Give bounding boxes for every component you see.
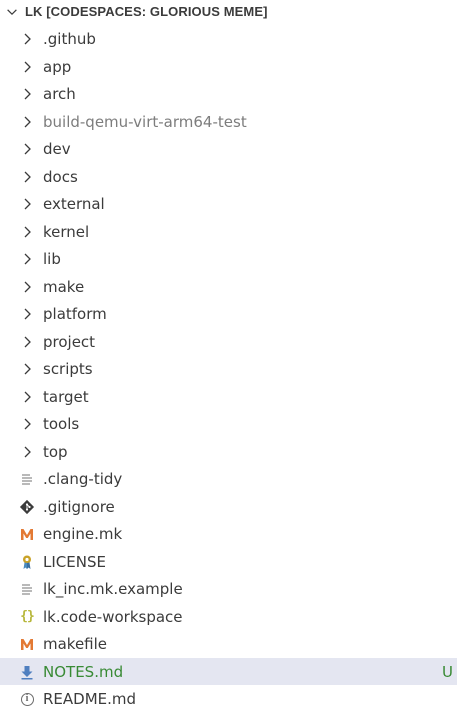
folder-item-external[interactable]: external — [0, 190, 457, 218]
file-item-gitignore[interactable]: .gitignore — [0, 493, 457, 521]
file-item-engine-mk[interactable]: engine.mk — [0, 520, 457, 548]
tree-item-label: lib — [43, 250, 61, 268]
tree-item-label: NOTES.md — [43, 662, 124, 681]
git-icon — [19, 499, 35, 515]
folder-item-app[interactable]: app — [0, 53, 457, 81]
chevron-right-icon[interactable] — [19, 334, 35, 350]
folder-item-docs[interactable]: docs — [0, 163, 457, 191]
workspace-root-header[interactable]: LK [CODESPACES: GLORIOUS MEME] — [0, 0, 457, 24]
folder-item-build-qemu-virt-arm64-test[interactable]: build-qemu-virt-arm64-test — [0, 108, 457, 136]
tree-item-label: docs — [43, 167, 78, 186]
folder-item-kernel[interactable]: kernel — [0, 218, 457, 246]
tree-item-label: external — [43, 195, 105, 213]
chevron-right-icon[interactable] — [19, 169, 35, 185]
folder-item-scripts[interactable]: scripts — [0, 355, 457, 383]
file-explorer: LK [CODESPACES: GLORIOUS MEME] .github ap… — [0, 0, 457, 710]
tree-item-label: lk.code-workspace — [43, 607, 183, 626]
git-status-badge: U — [442, 662, 453, 681]
download-arrow-icon — [19, 664, 35, 680]
makefile-m-icon — [19, 526, 35, 542]
file-item-clang-tidy[interactable]: .clang-tidy — [0, 465, 457, 493]
tree-item-label: README.md — [43, 690, 137, 708]
tree-item-label: project — [43, 332, 96, 351]
chevron-right-icon[interactable] — [19, 31, 35, 47]
chevron-right-icon[interactable] — [19, 279, 35, 295]
file-item-notes-md[interactable]: NOTES.md U — [0, 657, 457, 685]
folder-item-github[interactable]: .github — [0, 25, 457, 53]
tree-item-label: .gitignore — [43, 497, 115, 516]
chevron-right-icon[interactable] — [19, 114, 35, 130]
folder-item-lib[interactable]: lib — [0, 245, 457, 273]
chevron-right-icon[interactable] — [19, 389, 35, 405]
tree-item-label: target — [43, 387, 89, 406]
folder-item-make[interactable]: make — [0, 273, 457, 301]
license-key-icon — [19, 554, 35, 570]
file-tree: .github app arch build-qemu-virt-arm64-test… — [0, 25, 457, 713]
tree-item-label: arch — [43, 85, 76, 103]
tree-item-label: lk_inc.mk.example — [43, 580, 183, 598]
tree-item-label: makefile — [43, 635, 108, 653]
chevron-right-icon[interactable] — [19, 141, 35, 157]
folder-item-dev[interactable]: dev — [0, 135, 457, 163]
chevron-right-icon[interactable] — [19, 361, 35, 377]
tree-item-label: kernel — [43, 222, 90, 241]
chevron-right-icon[interactable] — [19, 251, 35, 267]
json-braces-icon: {} — [20, 608, 35, 624]
folder-item-project[interactable]: project — [0, 328, 457, 356]
file-item-makefile[interactable]: makefile — [0, 630, 457, 658]
chevron-right-icon[interactable] — [19, 86, 35, 102]
chevron-down-icon[interactable] — [5, 5, 19, 19]
file-item-license[interactable]: LICENSE — [0, 548, 457, 576]
tree-item-label: LICENSE — [43, 552, 106, 571]
chevron-right-icon[interactable] — [19, 306, 35, 322]
makefile-m-icon — [19, 636, 35, 652]
chevron-right-icon[interactable] — [19, 224, 35, 240]
text-file-icon — [19, 471, 35, 487]
chevron-right-icon[interactable] — [19, 416, 35, 432]
file-item-readme-md[interactable]: i README.md — [0, 685, 457, 713]
tree-item-label: make — [43, 277, 85, 296]
folder-item-arch[interactable]: arch — [0, 80, 457, 108]
folder-item-top[interactable]: top — [0, 438, 457, 466]
file-item-lk-code-workspace[interactable]: {} lk.code-workspace — [0, 603, 457, 631]
tree-item-label: top — [43, 442, 68, 461]
tree-item-label: scripts — [43, 360, 93, 378]
chevron-right-icon[interactable] — [19, 444, 35, 460]
tree-item-label: app — [43, 57, 72, 76]
tree-item-label: .github — [43, 30, 96, 48]
tree-item-label: .clang-tidy — [43, 470, 123, 488]
chevron-right-icon[interactable] — [19, 196, 35, 212]
folder-item-tools[interactable]: tools — [0, 410, 457, 438]
chevron-right-icon[interactable] — [19, 59, 35, 75]
tree-item-label: engine.mk — [43, 525, 123, 543]
file-item-lk-inc-mk-example[interactable]: lk_inc.mk.example — [0, 575, 457, 603]
tree-item-label: tools — [43, 415, 80, 433]
folder-item-target[interactable]: target — [0, 383, 457, 411]
tree-item-label: build-qemu-virt-arm64-test — [43, 112, 247, 131]
folder-item-platform[interactable]: platform — [0, 300, 457, 328]
info-icon: i — [19, 691, 35, 707]
text-file-icon — [19, 581, 35, 597]
tree-item-label: dev — [43, 140, 71, 158]
tree-item-label: platform — [43, 305, 107, 323]
workspace-root-title: LK [CODESPACES: GLORIOUS MEME] — [25, 4, 268, 19]
